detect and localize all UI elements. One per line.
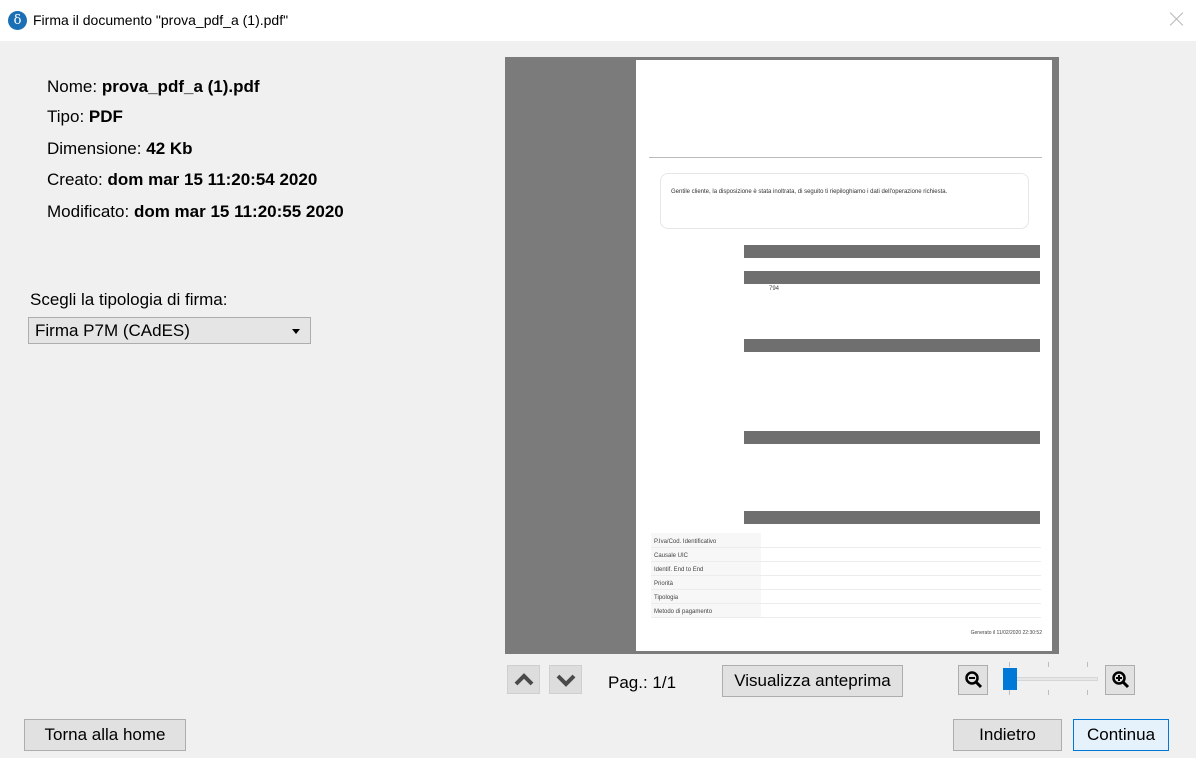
file-type-row: Tipo: PDF <box>47 107 123 127</box>
file-size-label: Dimensione: <box>47 139 142 158</box>
details-row-label: P.Iva/Cod. Identificativo <box>654 539 717 545</box>
pdf-page: Gentile cliente, la disposizione è stata… <box>636 60 1052 651</box>
details-row-label: Causale UIC <box>654 553 689 559</box>
slider-tick <box>1087 690 1088 695</box>
row-divider <box>651 575 1041 576</box>
row-divider <box>651 547 1041 548</box>
file-created-label: Creato: <box>47 170 103 189</box>
close-icon[interactable] <box>1166 8 1188 30</box>
file-type-label: Tipo: <box>47 107 85 126</box>
signature-type-label: Scegli la tipologia di firma: <box>30 290 228 309</box>
file-size-row: Dimensione: 42 Kb <box>47 139 193 159</box>
zoom-in-button[interactable] <box>1105 665 1135 695</box>
details-row-label: Identif. End to End <box>654 567 704 573</box>
next-page-button[interactable] <box>549 665 582 694</box>
details-row-label: Metodo di pagamento <box>654 609 713 615</box>
zoom-slider-track[interactable] <box>1004 677 1098 681</box>
notice-box: Gentile cliente, la disposizione è stata… <box>660 173 1029 229</box>
back-button[interactable]: Indietro <box>953 719 1062 751</box>
details-row-label: Tipologia <box>654 595 679 601</box>
title-bar: δ Firma il documento "prova_pdf_a (1).pd… <box>0 0 1196 41</box>
slider-tick <box>1087 662 1088 667</box>
zoom-out-icon <box>965 671 983 689</box>
page-indicator: Pag.: 1/1 <box>608 673 677 692</box>
window-title: Firma il documento "prova_pdf_a (1).pdf" <box>33 12 289 28</box>
slider-tick <box>1048 662 1049 667</box>
zoom-slider-thumb[interactable] <box>1003 668 1017 690</box>
slider-tick <box>1009 690 1010 695</box>
signature-type-value: Firma P7M (CAdES) <box>35 321 190 340</box>
file-modified-label: Modificato: <box>47 202 130 221</box>
signature-type-select[interactable]: Firma P7M (CAdES) <box>28 317 311 344</box>
page-footer: Generato il 11/02/2020 22:30:52 <box>970 630 1042 636</box>
app-logo-icon: δ <box>8 11 27 30</box>
row-divider <box>651 603 1041 604</box>
section-bar <box>744 339 1040 352</box>
file-name-label: Nome: <box>47 77 98 96</box>
preview-button[interactable]: Visualizza anteprima <box>722 665 903 697</box>
zoom-in-icon <box>1112 671 1130 689</box>
section-bar <box>744 245 1040 258</box>
row-divider <box>651 589 1041 590</box>
section-bar <box>744 431 1040 444</box>
file-created-row: Creato: dom mar 15 11:20:54 2020 <box>47 170 317 190</box>
zoom-out-button[interactable] <box>958 665 988 695</box>
file-modified-row: Modificato: dom mar 15 11:20:55 2020 <box>47 202 344 222</box>
details-row-label: Priorità <box>654 581 674 587</box>
row-divider <box>651 617 1041 618</box>
file-name-value: prova_pdf_a (1).pdf <box>101 77 260 96</box>
preview-snippet: 794 <box>769 286 780 292</box>
section-bar <box>744 271 1040 284</box>
chevron-down-icon <box>292 329 300 334</box>
previous-page-button[interactable] <box>507 665 540 694</box>
slider-tick <box>1009 662 1010 667</box>
file-created-value: dom mar 15 11:20:54 2020 <box>107 170 318 189</box>
file-type-value: PDF <box>88 107 123 126</box>
continue-button[interactable]: Continua <box>1073 719 1169 751</box>
file-name-row: Nome: prova_pdf_a (1).pdf <box>47 77 260 97</box>
document-preview[interactable]: Gentile cliente, la disposizione è stata… <box>505 57 1059 654</box>
chevron-down-icon <box>556 674 576 687</box>
home-button[interactable]: Torna alla home <box>24 719 186 751</box>
file-size-value: 42 Kb <box>146 139 193 158</box>
chevron-up-icon <box>514 673 534 686</box>
file-modified-value: dom mar 15 11:20:55 2020 <box>133 202 344 221</box>
row-divider <box>651 561 1041 562</box>
section-bar <box>744 511 1040 524</box>
slider-tick <box>1048 690 1049 695</box>
redacted-block <box>746 258 1042 268</box>
page-divider <box>649 157 1042 158</box>
